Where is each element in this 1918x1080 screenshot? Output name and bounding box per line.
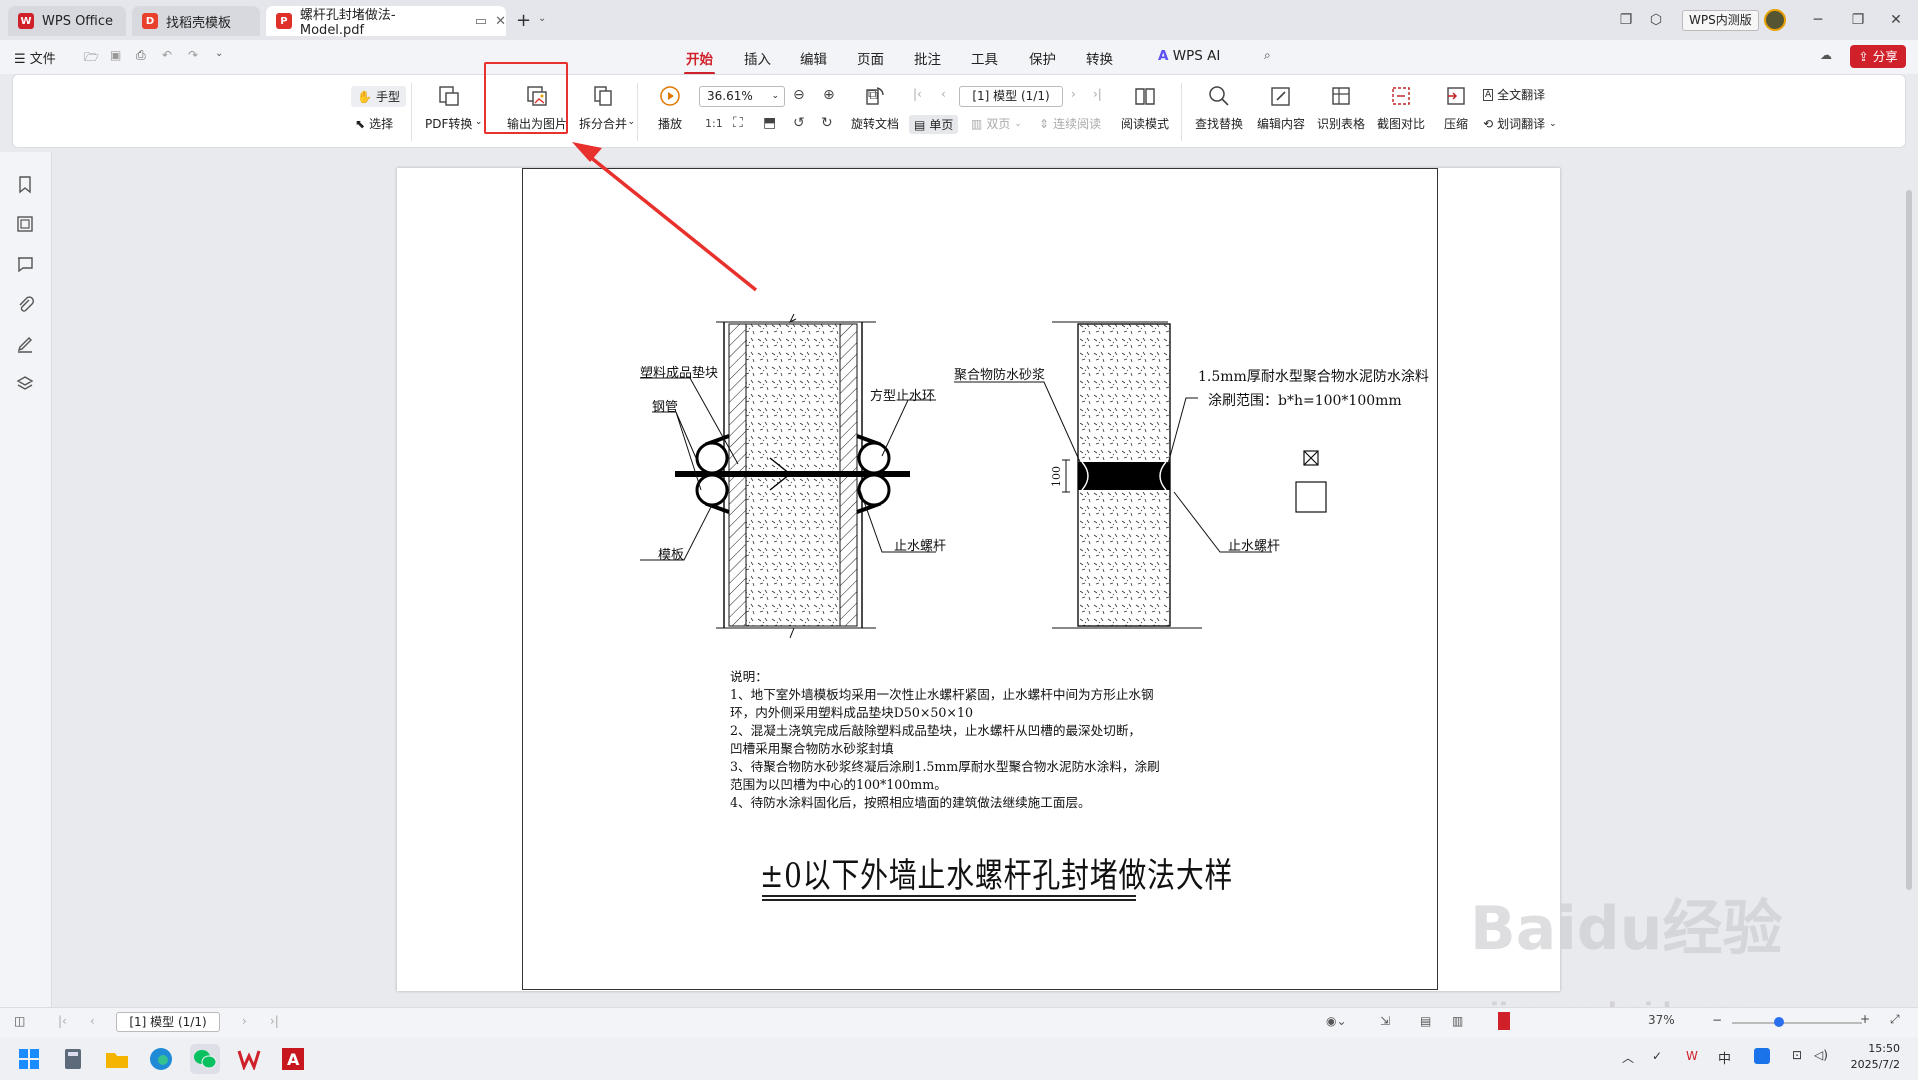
note-line: 3、待聚合物防水砂浆终凝后涂刷1.5mm厚耐水型聚合物水泥防水涂料，涂刷 bbox=[730, 759, 1160, 774]
label-waterstop-bolt-left: 止水螺杆 bbox=[894, 539, 947, 554]
drawing-title: ±0以下外墙止水螺杆孔封堵做法大样 bbox=[760, 856, 1234, 896]
status-bar: ◫ |‹ ‹ [1] 模型 (1/1) › ›| ◉⌄ ⇲ ▤ ▥ 37% − … bbox=[0, 1007, 1918, 1037]
clock-time: 15:50 bbox=[1868, 1042, 1900, 1055]
first-page-icon[interactable]: |‹ bbox=[58, 1014, 67, 1028]
tray-q-icon[interactable] bbox=[1754, 1048, 1770, 1064]
edge-icon[interactable] bbox=[146, 1044, 176, 1074]
label-coating-range: 涂刷范围：b*h=100*100mm bbox=[1208, 393, 1402, 409]
note-line: 说明： bbox=[730, 669, 768, 684]
svg-text:A: A bbox=[287, 1050, 300, 1069]
taskbar: A ︿ ✓ W 中 ⊡ ◁) 15:50 2025/7/2 bbox=[0, 1037, 1918, 1080]
label-plastic-pad: 塑料成品垫块 bbox=[640, 366, 719, 381]
label-dimension: 100 bbox=[1050, 466, 1063, 487]
note-line: 4、待防水涂料固化后，按照相应墙面的建筑做法继续施工面层。 bbox=[730, 795, 1091, 810]
double-view-icon[interactable]: ▥ bbox=[1452, 1014, 1463, 1028]
zoom-in-icon[interactable]: + bbox=[1860, 1012, 1870, 1026]
single-view-icon[interactable]: ▤ bbox=[1420, 1014, 1431, 1028]
windows-start-icon[interactable] bbox=[14, 1044, 44, 1074]
last-page-icon[interactable]: ›| bbox=[270, 1014, 279, 1028]
wps-taskbar-icon[interactable] bbox=[234, 1044, 264, 1074]
tray-wps-icon[interactable]: W bbox=[1686, 1049, 1698, 1063]
zoom-slider-handle[interactable] bbox=[1774, 1017, 1784, 1027]
vertical-scrollbar[interactable] bbox=[1906, 190, 1912, 890]
sidebar-toggle-icon[interactable]: ◫ bbox=[14, 1014, 25, 1028]
note-line: 环，内外侧采用塑料成品垫块D50×50×10 bbox=[730, 705, 973, 720]
annotation-arrow bbox=[572, 142, 758, 292]
label-square-ring: 方型止水环 bbox=[870, 389, 936, 404]
prev-page-icon[interactable]: ‹ bbox=[90, 1014, 95, 1028]
fullscreen-icon[interactable]: ⤢ bbox=[1890, 1012, 1900, 1027]
eye-icon[interactable]: ◉⌄ bbox=[1326, 1014, 1347, 1028]
note-line: 凹槽采用聚合物防水砂浆封填 bbox=[730, 741, 894, 756]
wechat-icon[interactable] bbox=[190, 1044, 220, 1074]
ime-indicator[interactable]: 中 bbox=[1718, 1048, 1731, 1067]
zoom-slider[interactable] bbox=[1732, 1022, 1862, 1024]
page-input[interactable]: [1] 模型 (1/1) bbox=[116, 1012, 220, 1032]
tray-app-icon[interactable]: ✓ bbox=[1652, 1049, 1662, 1063]
note-line: 2、混凝土浇筑完成后敲除塑料成品垫块，止水螺杆从凹槽的最深处切断， bbox=[730, 723, 1142, 738]
autocad-icon[interactable]: A bbox=[278, 1044, 308, 1074]
zoom-level: 37% bbox=[1648, 1013, 1675, 1027]
pdf-mode-icon[interactable] bbox=[1498, 1012, 1510, 1030]
zoom-out-icon[interactable]: − bbox=[1712, 1013, 1722, 1027]
label-coating: 1.5mm厚耐水型聚合物水泥防水涂料 bbox=[1198, 369, 1429, 385]
note-line: 范围为以凹槽为中心的100*100mm。 bbox=[730, 777, 947, 792]
label-waterstop-bolt-right: 止水螺杆 bbox=[1228, 539, 1281, 554]
volume-icon[interactable]: ◁) bbox=[1814, 1048, 1828, 1062]
label-polymer-mortar: 聚合物防水砂浆 bbox=[954, 368, 1046, 383]
label-formwork: 模板 bbox=[658, 548, 685, 563]
file-explorer-icon[interactable] bbox=[102, 1044, 132, 1074]
network-icon[interactable]: ⊡ bbox=[1792, 1048, 1802, 1062]
calculator-icon[interactable] bbox=[58, 1044, 88, 1074]
label-steel-pipe: 钢管 bbox=[652, 400, 679, 415]
clock-date: 2025/7/2 bbox=[1850, 1058, 1900, 1071]
fit-icon[interactable]: ⇲ bbox=[1380, 1014, 1390, 1028]
watermark-brand: Baidu经验 bbox=[1470, 894, 1783, 964]
note-line: 1、地下室外墙模板均采用一次性止水螺杆紧固，止水螺杆中间为方形止水钢 bbox=[730, 687, 1154, 702]
next-page-icon[interactable]: › bbox=[242, 1014, 247, 1028]
tray-expand-icon[interactable]: ︿ bbox=[1622, 1049, 1634, 1066]
